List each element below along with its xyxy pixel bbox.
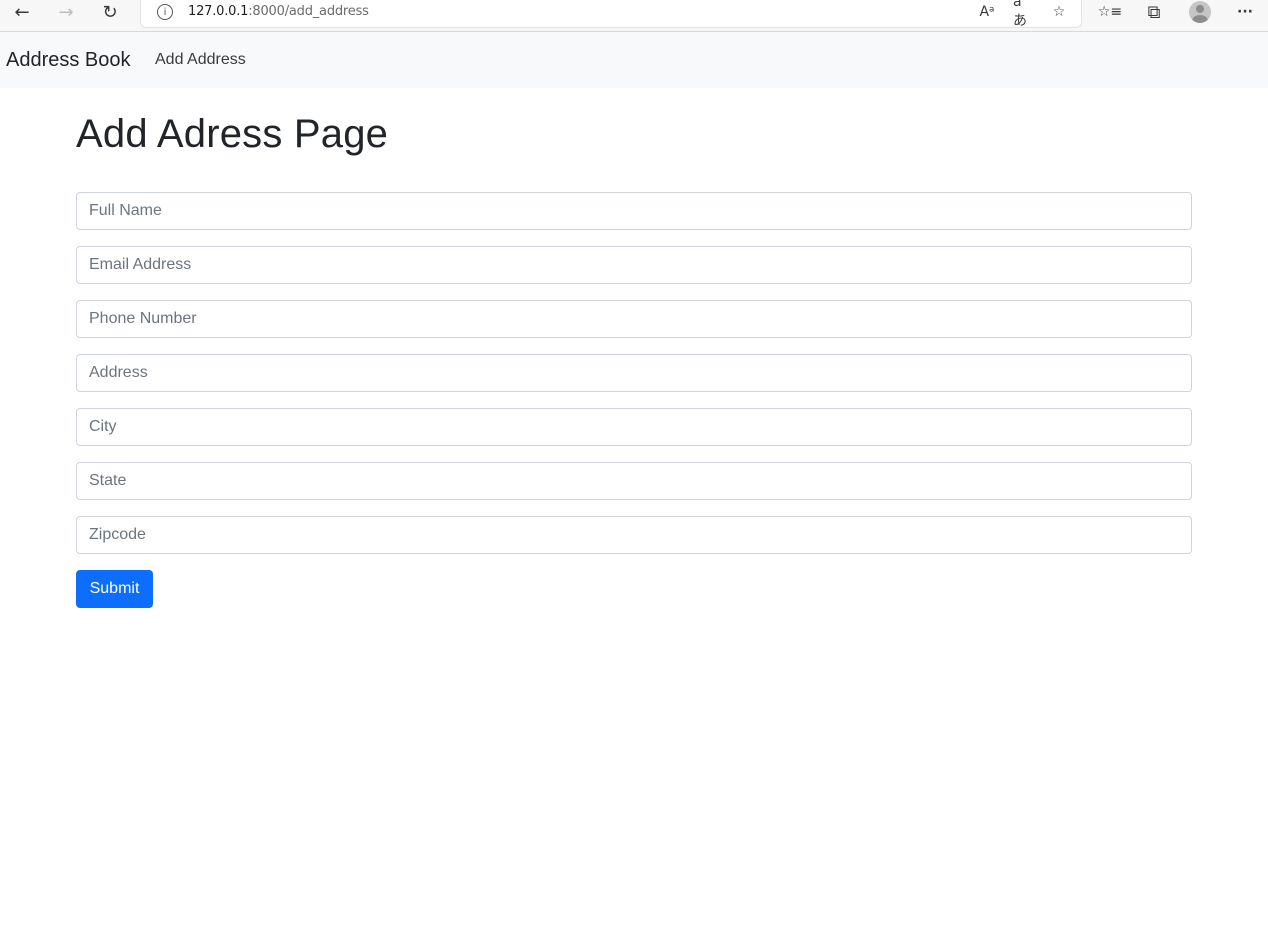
full-name-input[interactable] (76, 192, 1192, 230)
address-bar[interactable]: i 127.0.0.1:8000/add_address Aᵃ aあ ☆ (140, 0, 1082, 29)
navbar: Address Book Add Address (0, 32, 1268, 88)
url-host: 127.0.0.1 (188, 4, 249, 19)
page-title: Add Adress Page (76, 112, 389, 156)
url-text[interactable]: 127.0.0.1:8000/add_address (188, 4, 369, 19)
translate-icon[interactable]: aあ (1013, 0, 1033, 29)
submit-button[interactable]: Submit (76, 570, 153, 608)
state-input[interactable] (76, 462, 1192, 500)
back-icon[interactable]: ← (4, 0, 40, 24)
read-aloud-icon[interactable]: Aᵃ (977, 2, 997, 22)
navbar-brand[interactable]: Address Book (6, 49, 131, 72)
forward-icon[interactable]: → (48, 0, 84, 24)
phone-number-input[interactable] (76, 300, 1192, 338)
add-favorite-icon[interactable]: ☆ (1049, 2, 1069, 22)
site-info-icon[interactable]: i (157, 4, 173, 20)
collections-icon[interactable]: ⧉ (1136, 0, 1172, 24)
more-icon[interactable]: ··· (1227, 0, 1263, 24)
favorites-icon[interactable]: ☆≡ (1092, 0, 1128, 24)
nav-link-add-address[interactable]: Add Address (155, 51, 246, 69)
address-input[interactable] (76, 354, 1192, 392)
reload-icon[interactable]: ↻ (92, 0, 128, 24)
url-path: :8000/add_address (248, 4, 369, 19)
zipcode-input[interactable] (76, 516, 1192, 554)
email-address-input[interactable] (76, 246, 1192, 284)
city-input[interactable] (76, 408, 1192, 446)
browser-toolbar: ← → ↻ i 127.0.0.1:8000/add_address Aᵃ aあ… (0, 0, 1268, 32)
profile-avatar[interactable] (1189, 1, 1211, 23)
